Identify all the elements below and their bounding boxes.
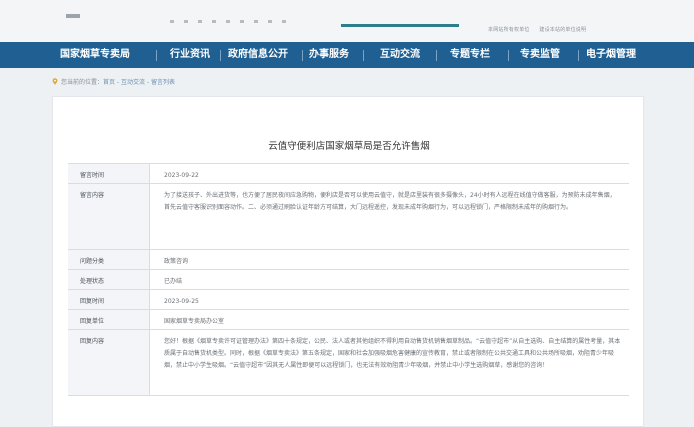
nav-divider bbox=[436, 50, 437, 61]
breadcrumb-trail[interactable]: 首页 - 互动交流 - 留言列表 bbox=[103, 77, 175, 86]
table-row: 留言内容 为了接送孩子、外出进货等，也方便了居民夜间应急购物，便利店是否可以使用… bbox=[68, 184, 629, 250]
header-accent-line bbox=[341, 24, 459, 27]
table-row: 回复单位 国家烟草专卖局办公室 bbox=[68, 310, 629, 330]
nav-divider bbox=[363, 50, 364, 61]
row-value: 您好！根据《烟草专卖许可证管理办法》第四十条规定，公民、法人或者其他组织不得利用… bbox=[164, 338, 621, 369]
main-nav: 国家烟草专卖局 行业资讯 政府信息公开 办事服务 互动交流 专题专栏 专卖监管 … bbox=[0, 42, 694, 68]
nav-divider bbox=[578, 50, 579, 61]
breadcrumb-prefix: 您当前的位置： bbox=[61, 79, 104, 86]
row-label: 回复时间 bbox=[68, 290, 150, 309]
message-title: 云值守便利店国家烟草局是否允许售烟 bbox=[268, 141, 430, 152]
nav-item-home[interactable]: 国家烟草专卖局 bbox=[60, 49, 130, 61]
nav-item-topics[interactable]: 专题专栏 bbox=[450, 49, 490, 61]
message-detail-table: 留言时间 2023-09-22 留言内容 为了接送孩子、外出进货等，也方便了居民… bbox=[68, 163, 629, 396]
header-link[interactable]: 本网站所有权单位 bbox=[488, 27, 530, 33]
row-label: 处理状态 bbox=[68, 270, 150, 289]
table-row: 回复内容 您好！根据《烟草专卖许可证管理办法》第四十条规定，公民、法人或者其他组… bbox=[68, 330, 629, 396]
table-row: 留言时间 2023-09-22 bbox=[68, 164, 629, 184]
table-row: 回复时间 2023-09-25 bbox=[68, 290, 629, 310]
row-value: 国家烟草专卖局办公室 bbox=[164, 318, 225, 325]
nav-divider bbox=[302, 50, 303, 61]
nav-divider bbox=[156, 50, 157, 61]
site-logo[interactable] bbox=[66, 14, 80, 18]
row-label: 回复单位 bbox=[68, 310, 150, 329]
location-pin-icon bbox=[52, 78, 58, 85]
message-detail-card: 云值守便利店国家烟草局是否允许售烟 留言时间 2023-09-22 留言内容 为… bbox=[52, 96, 644, 427]
row-value: 已办结 bbox=[164, 278, 183, 285]
nav-divider bbox=[508, 50, 509, 61]
row-value: 政策咨询 bbox=[164, 258, 189, 265]
nav-item-supervision[interactable]: 专卖监管 bbox=[520, 49, 560, 61]
nav-item-gov-info[interactable]: 政府信息公开 bbox=[228, 49, 288, 61]
row-value: 2023-09-25 bbox=[164, 298, 199, 305]
header-links: 本网站所有权单位 建设本站的单位说明 bbox=[488, 26, 594, 33]
site-slogan bbox=[170, 20, 290, 23]
nav-item-services[interactable]: 办事服务 bbox=[309, 49, 349, 61]
nav-divider bbox=[220, 50, 221, 61]
row-label: 回复内容 bbox=[68, 330, 150, 395]
breadcrumb: 您当前的位置： 首页 - 互动交流 - 留言列表 bbox=[52, 77, 175, 86]
row-value: 2023-09-22 bbox=[164, 172, 199, 179]
row-label: 问题分类 bbox=[68, 250, 150, 269]
row-value: 为了接送孩子、外出进货等，也方便了居民夜间应急购物，便利店是否可以使用云值守，就… bbox=[164, 192, 616, 211]
row-label: 留言时间 bbox=[68, 164, 150, 183]
nav-item-e-cigarette[interactable]: 电子烟管理 bbox=[586, 49, 636, 61]
table-row: 问题分类 政策咨询 bbox=[68, 250, 629, 270]
table-row: 处理状态 已办结 bbox=[68, 270, 629, 290]
nav-item-interaction[interactable]: 互动交流 bbox=[380, 49, 420, 61]
nav-item-news[interactable]: 行业资讯 bbox=[170, 49, 210, 61]
header-link[interactable]: 建设本站的单位说明 bbox=[539, 27, 586, 33]
site-header: 本网站所有权单位 建设本站的单位说明 bbox=[0, 0, 694, 42]
row-label: 留言内容 bbox=[68, 184, 150, 249]
